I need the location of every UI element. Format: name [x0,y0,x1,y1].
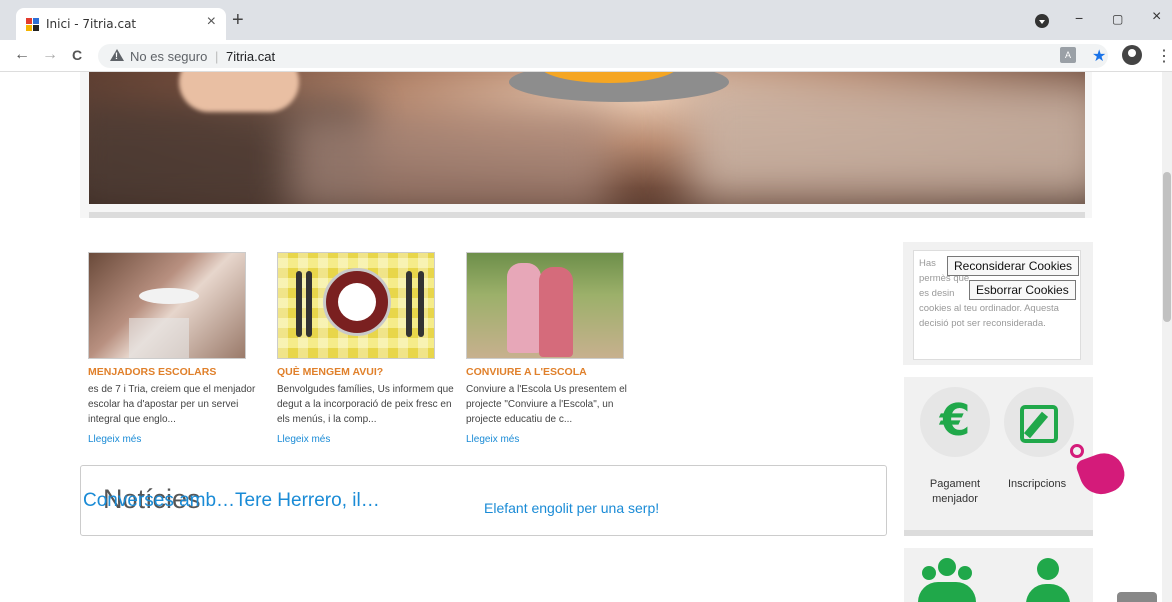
news-item-link[interactable]: Elefant engolit per una serp! [484,500,659,516]
not-secure-icon[interactable] [110,49,124,61]
translate-icon[interactable]: A [1060,47,1076,63]
payment-button[interactable]: € [920,387,990,457]
url-host: 7itria.cat [225,49,276,64]
inscriptions-button[interactable] [1004,387,1074,457]
tab-bar: Inici - 7itria.cat × + − ▢ × [0,0,1172,40]
read-more-link[interactable]: Llegeix més [88,434,141,445]
media-profile-icon[interactable] [1035,14,1049,28]
quick-links-divider [904,530,1093,536]
back-button[interactable]: ← [14,46,30,64]
forward-button[interactable]: → [42,46,58,64]
news-item-link[interactable]: Converses amb…Tere Herrero, il… [83,490,380,512]
user-icon[interactable] [1024,558,1074,602]
scroll-thumb[interactable] [1163,172,1171,322]
tab-title: Inici - 7itria.cat [46,17,137,31]
euro-icon: € [939,395,971,446]
new-tab-button[interactable]: + [232,10,244,30]
inscriptions-label[interactable]: Inscripcions [1008,477,1066,492]
tab-inici[interactable]: Inici - 7itria.cat × [16,8,226,40]
browser-menu-icon[interactable]: ⋮ [1156,46,1172,66]
site-favicon-icon [26,18,40,32]
page-scrollbar[interactable] [1162,72,1172,602]
card-image-menjadors[interactable] [88,252,246,359]
delete-cookies-button[interactable]: Esborrar Cookies [969,280,1076,300]
close-window-button[interactable]: × [1152,8,1161,26]
cookie-text-line: cookies al teu ordinador. Aquesta decisi… [919,303,1059,329]
reload-button[interactable]: C [72,47,82,63]
card-excerpt: Conviure a l'Escola Us presentem el proj… [466,384,627,425]
url-text: No es seguro | 7itria.cat [130,49,275,64]
card-title[interactable]: QUÈ MENGEM AVUI? [277,366,383,378]
tab-close-icon[interactable]: × [207,13,216,31]
hand-pointer-icon [1070,444,1130,501]
card-title[interactable]: MENJADORS ESCOLARS [88,366,216,378]
account-icon[interactable] [1122,45,1142,65]
minimize-button[interactable]: − [1075,10,1083,26]
url-separator: | [214,49,219,64]
quick-links-panel: € Pagament menjador Inscripcions [904,377,1093,532]
cookie-notice: Has permès que es desin cookies al teu o… [903,242,1093,365]
maximize-button[interactable]: ▢ [1112,12,1123,26]
scroll-to-top-button[interactable] [1117,592,1157,602]
quick-links-panel-2 [904,548,1093,602]
read-more-link[interactable]: Llegeix més [466,434,519,445]
url-field[interactable]: No es seguro | 7itria.cat [98,44,1108,68]
card-image-conviure[interactable] [466,252,624,359]
hero-divider [89,212,1085,218]
bookmark-star-icon[interactable]: ★ [1092,46,1106,66]
hero-image [89,72,1085,204]
card-title[interactable]: CONVIURE A L'ESCOLA [466,366,587,378]
card-excerpt: es de 7 i Tria, creiem que el menjador e… [88,384,256,425]
browser-window: Inici - 7itria.cat × + − ▢ × ← → C No es… [0,0,1172,602]
card-image-que-mengem[interactable] [277,252,435,359]
edit-form-icon [1020,405,1058,443]
reconsider-cookies-button[interactable]: Reconsiderar Cookies [947,256,1080,276]
security-label: No es seguro [130,49,208,64]
page-viewport: MENJADORS ESCOLARS es de 7 i Tria, creie… [0,72,1162,602]
read-more-link[interactable]: Llegeix més [277,434,330,445]
payment-label[interactable]: Pagament menjador [922,477,988,507]
group-icon[interactable] [918,558,978,602]
address-bar: ← → C No es seguro | 7itria.cat A ★ ⋮ [0,40,1172,72]
card-excerpt: Benvolgudes famílies, Us informem que de… [277,384,454,425]
hero-banner [80,72,1092,218]
cookie-notice-panel: Has permès que es desin cookies al teu o… [913,250,1081,360]
